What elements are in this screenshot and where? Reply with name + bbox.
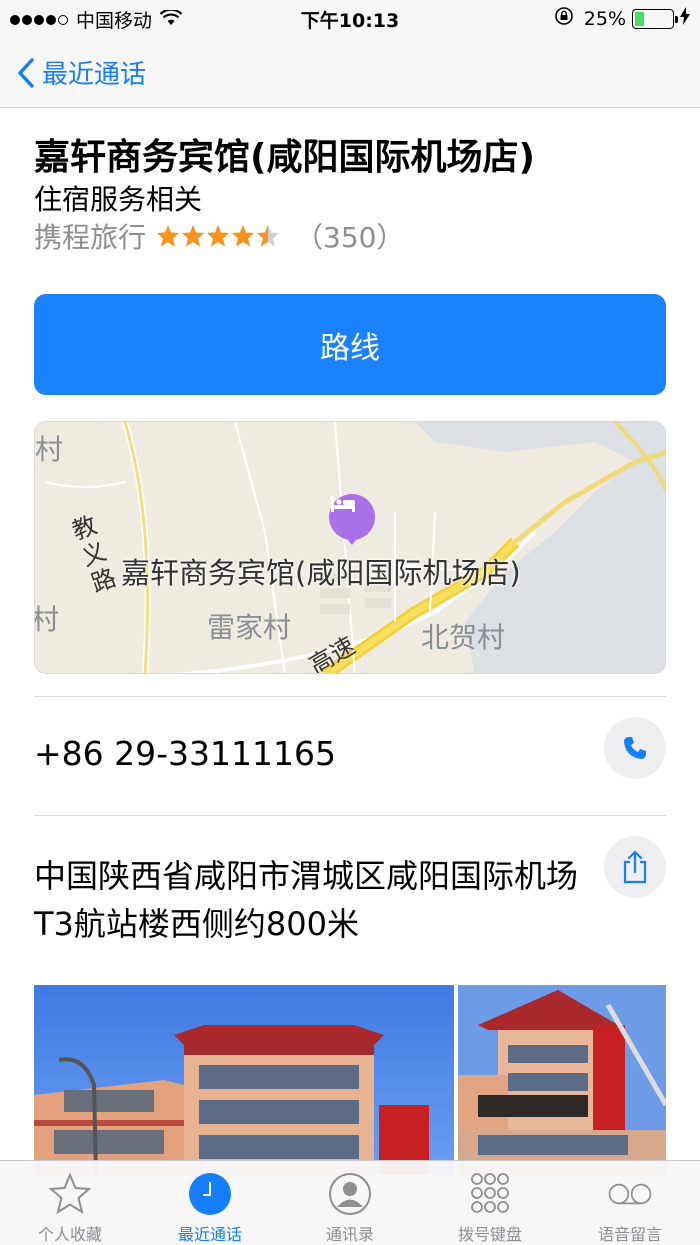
star-icon: [47, 1171, 93, 1217]
star-filled-icon: [182, 225, 205, 247]
tab-label: 语音留言: [597, 1225, 662, 1244]
phone-number[interactable]: +86 29-33111165: [34, 734, 336, 773]
tab-favorites[interactable]: 个人收藏: [0, 1161, 140, 1245]
map-village-label-2: 北贺村: [421, 621, 506, 654]
place-photo-2[interactable]: [458, 985, 666, 1175]
share-button[interactable]: [604, 836, 666, 898]
chevron-left-icon: [18, 57, 34, 88]
status-bar: 中国移动 下午10:13 25%: [0, 0, 700, 36]
place-category: 住宿服务相关: [34, 183, 203, 216]
star-filled-icon: [232, 225, 255, 247]
review-count: （350）: [295, 221, 405, 254]
tab-voicemail[interactable]: 语音留言: [560, 1161, 700, 1245]
orientation-lock-icon: [554, 6, 574, 31]
tab-keypad[interactable]: 拨号键盘: [420, 1161, 560, 1245]
rating-source: 携程旅行: [34, 221, 147, 254]
star-half-icon: [257, 225, 280, 247]
map-hotel-label: 嘉轩商务宾馆(咸阳国际机场店): [121, 556, 521, 590]
pin-tail: [345, 536, 359, 545]
map-label-edge-2: 村: [35, 598, 59, 638]
star-filled-icon: [207, 225, 230, 247]
tab-contacts[interactable]: 通讯录: [280, 1161, 420, 1245]
share-icon: [623, 850, 647, 884]
contact-icon: [327, 1171, 373, 1217]
tab-label: 个人收藏: [37, 1225, 102, 1244]
divider: [34, 696, 666, 697]
voicemail-icon: [607, 1171, 653, 1217]
divider: [34, 815, 666, 816]
battery-percent: 25%: [583, 7, 626, 30]
tab-label: 最近通话: [177, 1225, 242, 1244]
place-name: 嘉轩商务宾馆(咸阳国际机场店): [34, 137, 535, 178]
charging-icon: [680, 7, 690, 30]
place-photo-1[interactable]: [34, 985, 454, 1175]
status-right: 25%: [554, 6, 690, 31]
back-label: 最近通话: [42, 60, 147, 90]
route-button[interactable]: 路线: [34, 294, 666, 395]
phone-icon: [624, 737, 646, 759]
battery-icon: [632, 8, 678, 29]
rating-stars: [156, 224, 281, 248]
tab-recents[interactable]: 最近通话: [140, 1161, 280, 1245]
rating-line[interactable]: 携程旅行 （350）: [34, 216, 404, 256]
back-button[interactable]: 最近通话: [18, 54, 146, 91]
tab-label: 拨号键盘: [457, 1225, 522, 1244]
map-village-label-1: 雷家村: [207, 611, 292, 644]
map-background: [35, 422, 665, 673]
keypad-icon: [467, 1171, 513, 1217]
clock-icon: [187, 1171, 233, 1217]
call-button[interactable]: [604, 717, 666, 779]
map-label-edge-1: 村: [35, 433, 64, 466]
map-preview[interactable]: 村 村 教义路 高速 嘉轩商务宾馆(咸阳国际机场店) 雷家村 北贺村: [34, 421, 666, 674]
tab-label: 通讯录: [325, 1225, 374, 1244]
star-filled-icon: [157, 225, 180, 247]
nav-bar: 最近通话: [0, 36, 700, 108]
tab-bar: 个人收藏 最近通话 通讯录 拨号键盘 语音留言: [0, 1160, 700, 1245]
address-text[interactable]: 中国陕西省咸阳市渭城区咸阳国际机场T3航站楼西侧约800米: [34, 852, 594, 948]
hotel-pin-icon: [329, 494, 375, 540]
